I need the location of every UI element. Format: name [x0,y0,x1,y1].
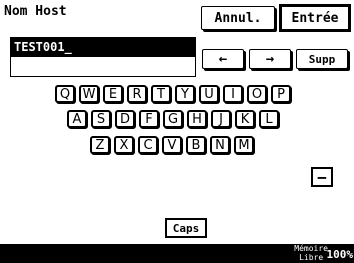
key-r[interactable]: R [127,85,147,103]
key-x[interactable]: X [114,136,134,154]
key-l[interactable]: L [259,110,279,128]
key-p[interactable]: P [271,85,291,103]
host-name-input[interactable]: TEST001_ [10,37,196,77]
key-o[interactable]: O [247,85,267,103]
key-w[interactable]: W [79,85,99,103]
caps-button[interactable]: Caps [165,218,207,238]
arrow-right-icon: → [265,51,275,67]
key-v[interactable]: V [162,136,182,154]
key-h[interactable]: H [187,110,207,128]
memory-label: Mémoire [294,244,328,253]
key-a[interactable]: A [67,110,87,128]
cursor-right-button[interactable]: → [249,49,291,69]
key-k[interactable]: K [235,110,255,128]
key-b[interactable]: B [186,136,206,154]
screen-title: Nom Host [4,4,67,19]
cursor-left-button[interactable]: ← [202,49,244,69]
key-i[interactable]: I [223,85,243,103]
enter-button[interactable]: Entrée [279,4,351,32]
key-g[interactable]: G [163,110,183,128]
input-value: TEST001_ [11,38,195,57]
arrow-left-icon: ← [218,51,228,67]
delete-button[interactable]: Supp [296,49,348,69]
status-footer: Mémoire Libre 100% [0,244,354,263]
memory-value: 100% [326,248,354,261]
key-f[interactable]: F [139,110,159,128]
key-u[interactable]: U [199,85,219,103]
key-d[interactable]: D [115,110,135,128]
key-y[interactable]: Y [175,85,195,103]
cancel-button[interactable]: Annul. [201,6,275,30]
key-s[interactable]: S [91,110,111,128]
free-label: Libre [299,253,324,262]
key-c[interactable]: C [138,136,158,154]
key-j[interactable]: J [211,110,231,128]
key-q[interactable]: Q [55,85,75,103]
key-e[interactable]: E [103,85,123,103]
key-n[interactable]: N [210,136,230,154]
key-z[interactable]: Z [90,136,110,154]
memory-free-label: Mémoire Libre [294,244,328,262]
key-m[interactable]: M [234,136,254,154]
host-name-screen: Nom Host Annul. Entrée TEST001_ ← → Supp… [0,0,354,263]
minus-key[interactable]: − [311,167,333,187]
key-t[interactable]: T [151,85,171,103]
